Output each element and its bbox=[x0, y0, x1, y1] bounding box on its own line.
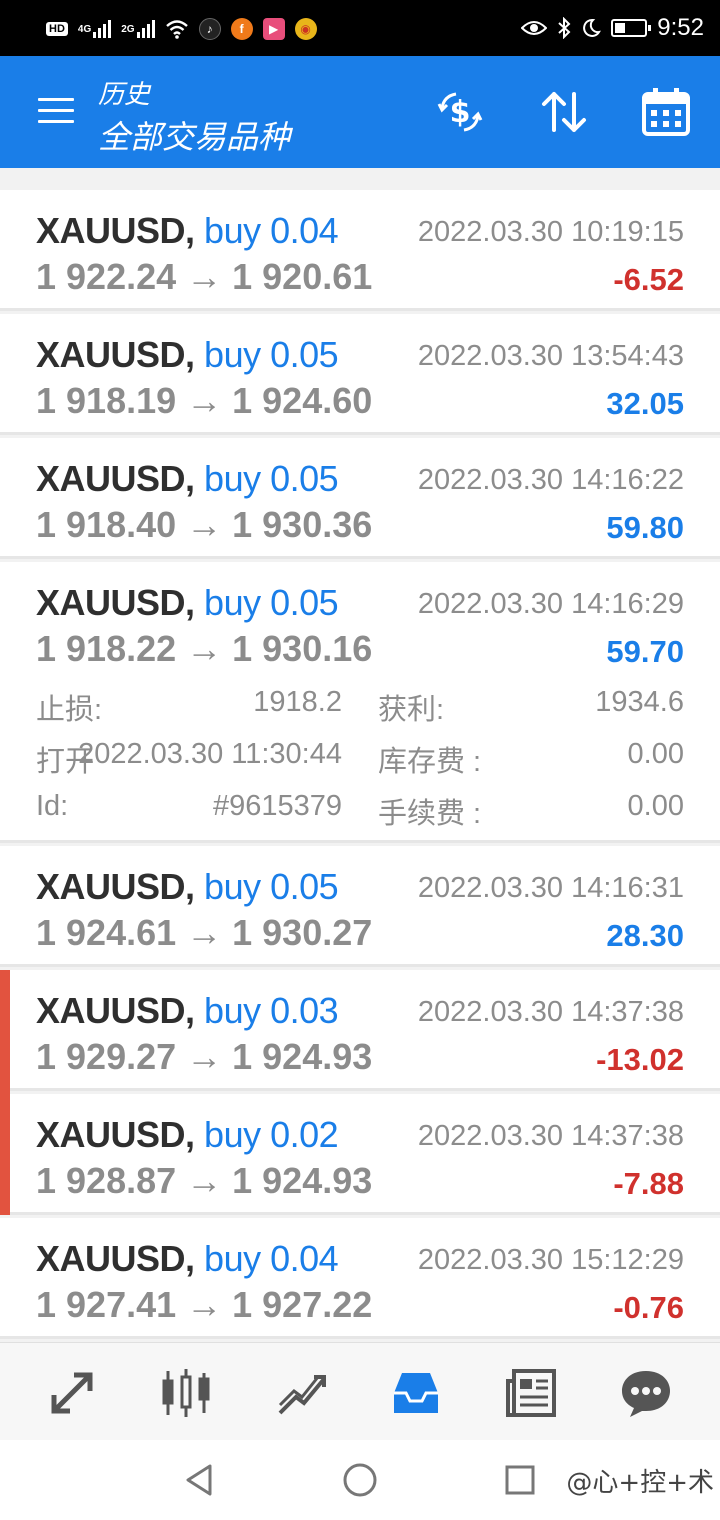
take-profit-value: 1934.6 bbox=[595, 686, 684, 718]
history-icon[interactable] bbox=[388, 1365, 444, 1421]
trade-symbol: XAUUSD, buy 0.04 bbox=[36, 1238, 339, 1279]
net1-label: 4G bbox=[77, 23, 92, 35]
trade-profit: -13.02 bbox=[596, 1042, 684, 1077]
order-id-label: Id: bbox=[36, 790, 69, 822]
trade-time: 2022.03.30 14:37:38 bbox=[417, 996, 684, 1028]
trade-side-volume: buy 0.05 bbox=[204, 866, 339, 907]
app-bar: 历史 全部交易品种 $ bbox=[0, 56, 720, 168]
trade-row[interactable]: XAUUSD, buy 0.05 2022.03.30 13:54:43 1 9… bbox=[0, 314, 720, 435]
trade-prices: 1 924.61 → 1 930.27 bbox=[36, 912, 373, 953]
trade-time: 2022.03.30 15:12:29 bbox=[417, 1244, 684, 1276]
trade-side-volume: buy 0.04 bbox=[204, 210, 339, 251]
net2-label: 2G bbox=[121, 23, 135, 35]
trade-profit: 32.05 bbox=[606, 386, 684, 421]
tiktok-icon: ♪ bbox=[198, 18, 221, 40]
trade-symbol: XAUUSD, buy 0.05 bbox=[36, 866, 339, 907]
trade-history-list[interactable]: XAUUSD, buy 0.04 2022.03.30 10:19:15 1 9… bbox=[0, 168, 720, 1342]
trade-symbol: XAUUSD, buy 0.05 bbox=[36, 334, 339, 375]
svg-text:$: $ bbox=[450, 95, 471, 130]
swap-label: 库存费 : bbox=[378, 746, 482, 778]
trade-symbol: XAUUSD, buy 0.03 bbox=[36, 990, 339, 1031]
order-id-value: #9615379 bbox=[212, 790, 342, 822]
trade-row[interactable]: XAUUSD, buy 0.05 2022.03.30 14:16:31 1 9… bbox=[0, 846, 720, 967]
signal-2g-icon: 2G bbox=[121, 20, 155, 38]
status-bar: HD 4G 2G ♪ f ▶ ◉ 9:52 bbox=[0, 0, 720, 56]
trade-time: 2022.03.30 10:19:15 bbox=[417, 216, 684, 248]
trade-side-volume: buy 0.05 bbox=[204, 458, 339, 499]
system-navigation: @心+控+术 bbox=[0, 1440, 720, 1520]
trade-prices: 1 918.19 → 1 924.60 bbox=[36, 380, 373, 421]
signal-4g-icon: 4G bbox=[77, 20, 112, 38]
trade-side-volume: buy 0.05 bbox=[204, 582, 339, 623]
trade-time: 2022.03.30 13:54:43 bbox=[417, 340, 684, 372]
sort-icon[interactable] bbox=[538, 86, 590, 138]
bottom-navigation bbox=[0, 1342, 720, 1440]
stop-loss-label: 止损: bbox=[36, 694, 103, 726]
trade-profit: 59.80 bbox=[606, 510, 684, 545]
trade-row[interactable]: XAUUSD, buy 0.05 2022.03.30 14:16:22 1 9… bbox=[0, 438, 720, 559]
swap-value: 0.00 bbox=[627, 738, 684, 770]
home-icon[interactable] bbox=[340, 1460, 380, 1500]
watermark: @心+控+术 bbox=[566, 1468, 714, 1498]
status-time: 9:52 bbox=[657, 14, 704, 41]
trade-profit: 59.70 bbox=[606, 634, 684, 669]
trade-row[interactable]: XAUUSD, buy 0.03 2022.03.30 14:37:38 1 9… bbox=[0, 970, 720, 1091]
weibo-icon: ◉ bbox=[294, 18, 317, 40]
recents-icon[interactable] bbox=[500, 1460, 540, 1500]
video-app-icon: ▶ bbox=[262, 18, 285, 40]
trade-profit: -0.76 bbox=[613, 1290, 684, 1325]
dollar-refresh-icon[interactable]: $ bbox=[434, 86, 486, 138]
trade-row[interactable]: XAUUSD, buy 0.02 2022.03.30 14:37:38 1 9… bbox=[0, 1094, 720, 1215]
trade-time: 2022.03.30 14:37:38 bbox=[417, 1120, 684, 1152]
trade-side-volume: buy 0.03 bbox=[204, 990, 339, 1031]
trade-side-volume: buy 0.05 bbox=[204, 334, 339, 375]
chat-icon[interactable] bbox=[618, 1365, 674, 1421]
trade-profit: -7.88 bbox=[613, 1166, 684, 1201]
open-time-value: 2022.03.30 11:30:44 bbox=[78, 738, 342, 770]
trade-row[interactable]: XAUUSD, buy 0.04 2022.03.30 10:19:15 1 9… bbox=[0, 190, 720, 311]
news-icon[interactable] bbox=[504, 1365, 560, 1421]
trade-row[interactable]: XAUUSD, buy 0.04 2022.03.30 15:12:29 1 9… bbox=[0, 1218, 720, 1339]
trade-time: 2022.03.30 14:16:22 bbox=[417, 464, 684, 496]
trade-symbol: XAUUSD, buy 0.05 bbox=[36, 458, 339, 499]
app-bar-subtitle: 历史 bbox=[98, 80, 151, 110]
trade-side-volume: buy 0.04 bbox=[204, 1238, 339, 1279]
commission-value: 0.00 bbox=[627, 790, 684, 822]
stop-loss-value: 1918.2 bbox=[253, 686, 342, 718]
trade-profit: 28.30 bbox=[606, 918, 684, 953]
app-bar-title[interactable]: 全部交易品种 bbox=[98, 112, 290, 158]
trade-row-expanded[interactable]: XAUUSD, buy 0.05 2022.03.30 14:16:29 1 9… bbox=[0, 562, 720, 843]
calendar-icon[interactable] bbox=[640, 86, 692, 138]
trade-symbol: XAUUSD, buy 0.02 bbox=[36, 1114, 339, 1155]
trade-prices: 1 918.40 → 1 930.36 bbox=[36, 504, 373, 545]
wifi-icon bbox=[165, 20, 188, 39]
trade-prices: 1 928.87 → 1 924.93 bbox=[36, 1160, 373, 1201]
moon-icon bbox=[583, 18, 602, 37]
trade-side-volume: buy 0.02 bbox=[204, 1114, 339, 1155]
take-profit-label: 获利: bbox=[378, 694, 445, 726]
app-f-icon: f bbox=[230, 18, 253, 40]
menu-icon[interactable] bbox=[38, 98, 74, 126]
status-left: HD 4G 2G ♪ f ▶ ◉ bbox=[46, 14, 317, 44]
quotes-icon[interactable] bbox=[44, 1365, 100, 1421]
trade-icon[interactable] bbox=[274, 1365, 330, 1421]
trade-time: 2022.03.30 14:16:31 bbox=[417, 872, 684, 904]
trade-profit: -6.52 bbox=[613, 262, 684, 297]
commission-label: 手续费 : bbox=[378, 798, 482, 830]
trade-prices: 1 922.24 → 1 920.61 bbox=[36, 256, 373, 297]
trade-prices: 1 918.22 → 1 930.16 bbox=[36, 628, 373, 669]
back-icon[interactable] bbox=[180, 1460, 220, 1500]
eye-icon bbox=[521, 21, 548, 35]
chart-icon[interactable] bbox=[158, 1365, 214, 1421]
hd-icon: HD bbox=[46, 22, 68, 36]
battery-icon bbox=[611, 19, 652, 37]
bluetooth-icon bbox=[558, 17, 571, 39]
status-right: 9:52 bbox=[521, 12, 704, 44]
trade-time: 2022.03.30 14:16:29 bbox=[417, 588, 684, 620]
trade-symbol: XAUUSD, buy 0.05 bbox=[36, 582, 339, 623]
trade-prices: 1 929.27 → 1 924.93 bbox=[36, 1036, 373, 1077]
trade-symbol: XAUUSD, buy 0.04 bbox=[36, 210, 339, 251]
trade-prices: 1 927.41 → 1 927.22 bbox=[36, 1284, 373, 1325]
selection-marker bbox=[0, 970, 10, 1215]
